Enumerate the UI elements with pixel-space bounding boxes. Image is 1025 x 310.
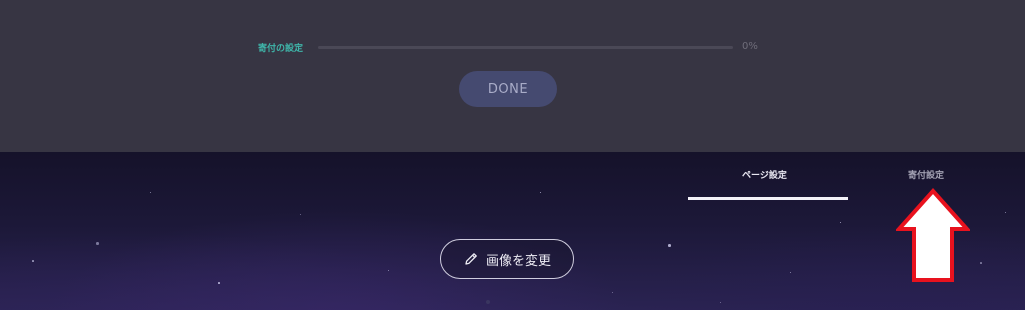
progress-percent: 0%: [742, 41, 758, 52]
cover-image-header: ページ設定 寄付設定 画像を変更: [0, 152, 1025, 310]
star: [720, 302, 722, 304]
change-image-button[interactable]: 画像を変更: [440, 239, 574, 279]
star: [486, 300, 490, 304]
star: [300, 214, 302, 216]
star: [840, 222, 842, 224]
change-image-label: 画像を変更: [485, 253, 551, 269]
star: [980, 262, 982, 264]
star: [388, 270, 390, 272]
active-tab-indicator: [688, 197, 848, 200]
star: [96, 242, 99, 245]
pencil-icon: [463, 251, 479, 267]
star: [612, 292, 614, 294]
star: [150, 192, 152, 194]
tab-page-settings[interactable]: ページ設定: [742, 168, 787, 181]
star: [668, 244, 671, 247]
up-arrow-icon: [896, 188, 970, 282]
tab-donation-settings[interactable]: 寄付設定: [908, 168, 944, 181]
star: [540, 192, 541, 193]
setup-panel: 寄付の設定 0% DONE: [0, 0, 1025, 152]
star: [790, 272, 792, 274]
progress-label: 寄付の設定: [258, 44, 304, 54]
star: [32, 260, 34, 262]
page: 寄付の設定 0% DONE ページ設定 寄付設定 画像を変更: [0, 0, 1025, 310]
star: [1005, 212, 1007, 214]
progress-bar: [318, 46, 733, 49]
star: [218, 282, 220, 284]
done-button[interactable]: DONE: [459, 71, 557, 107]
